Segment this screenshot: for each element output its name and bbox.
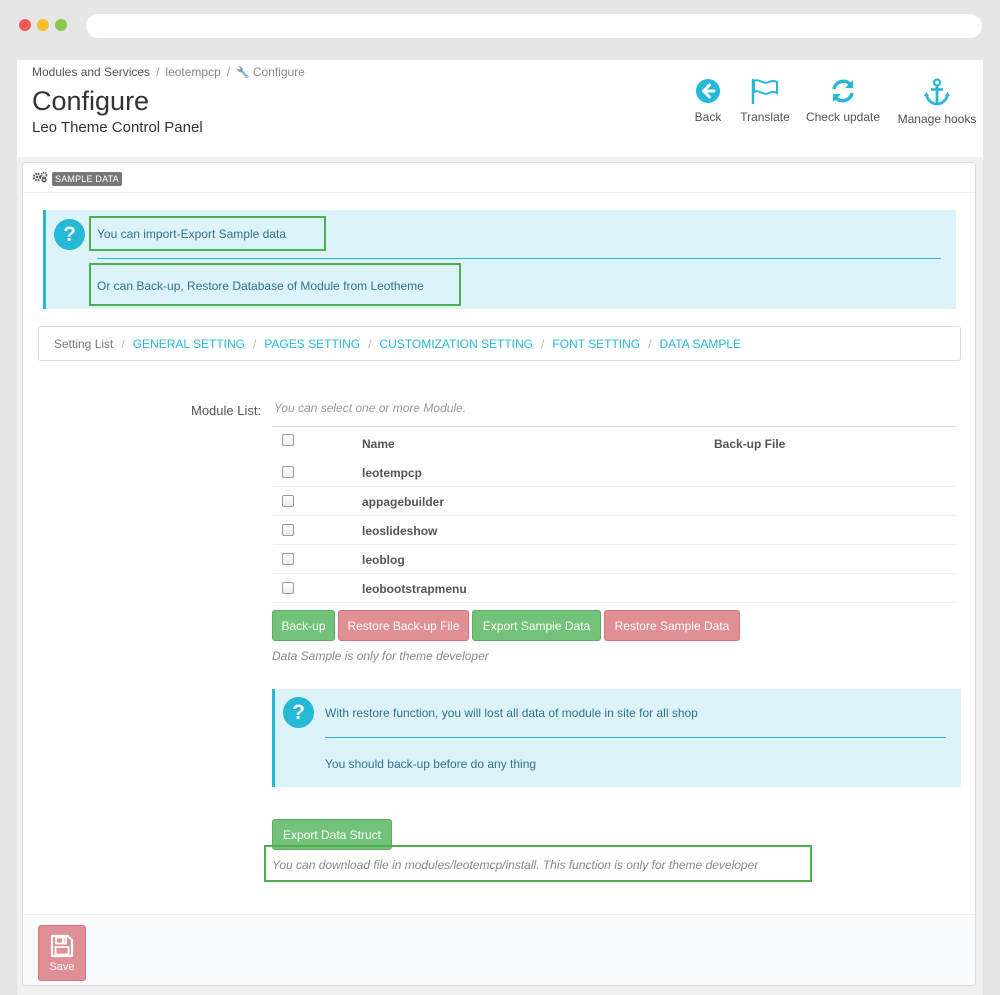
address-bar[interactable] <box>86 14 982 38</box>
info-alert-top: ? You can import-Export Sample data Or c… <box>43 210 956 309</box>
window-minimize-dot[interactable] <box>37 19 49 31</box>
window-close-dot[interactable] <box>19 19 31 31</box>
alert-line-1: You can import-Export Sample data <box>97 227 286 241</box>
table-header-row: Name Back-up File <box>273 427 956 458</box>
download-note: You can download file in modules/leotemc… <box>272 858 759 872</box>
window-maximize-dot[interactable] <box>55 19 67 31</box>
gears-icon <box>32 171 48 183</box>
page-subtitle: Leo Theme Control Panel <box>32 119 203 136</box>
restore-sample-data-button[interactable]: Restore Sample Data <box>604 610 740 641</box>
module-name: leobootstrapmenu <box>362 582 467 596</box>
select-all-checkbox[interactable] <box>282 434 294 446</box>
tab-customization-setting[interactable]: CUSTOMIZATION SETTING <box>379 337 533 351</box>
column-header-name: Name <box>362 437 395 451</box>
breadcrumb-item-leotempcp[interactable]: leotempcp <box>165 65 220 79</box>
check-update-button[interactable]: Check update <box>801 78 885 124</box>
translate-button[interactable]: Translate <box>735 78 795 124</box>
sample-data-panel: SAMPLE DATA ? You can import-Export Samp… <box>22 162 976 986</box>
wrench-icon: 🔧 <box>236 67 250 79</box>
module-name: leotempcp <box>362 466 423 480</box>
module-name: leoslideshow <box>362 524 438 538</box>
alert-line-2: You should back-up before do any thing <box>325 757 537 771</box>
breadcrumb: Modules and Services / leotempcp / 🔧 Configur… <box>32 65 305 79</box>
admin-page: Modules and Services / leotempcp / 🔧 Configur… <box>17 60 983 995</box>
floppy-disk-icon <box>50 934 74 958</box>
info-alert-restore: ? With restore function, you will lost a… <box>272 689 961 787</box>
tab-font-setting[interactable]: FONT SETTING <box>552 337 640 351</box>
module-list-label: Module List: <box>191 403 262 418</box>
save-button[interactable]: Save <box>38 925 86 981</box>
module-checkbox[interactable] <box>282 553 294 565</box>
module-name: appagebuilder <box>362 495 445 509</box>
alert-line-2: Or can Back-up, Restore Database of Modu… <box>97 279 424 293</box>
question-circle-icon: ? <box>54 219 85 250</box>
tab-setting-list[interactable]: Setting List <box>54 337 113 351</box>
module-checkbox[interactable] <box>282 582 294 594</box>
export-sample-data-button[interactable]: Export Sample Data <box>472 610 601 641</box>
module-checkbox[interactable] <box>282 524 294 536</box>
column-header-backup-file: Back-up File <box>714 437 786 451</box>
module-list-hint: You can select one or more Module. <box>274 401 467 415</box>
tab-pages-setting[interactable]: PAGES SETTING <box>264 337 360 351</box>
back-button[interactable]: Back <box>687 78 729 124</box>
module-checkbox[interactable] <box>282 495 294 507</box>
backup-button[interactable]: Back-up <box>272 610 335 641</box>
alert-divider <box>97 258 941 259</box>
module-table: Name Back-up File leotempcp appagebuilde… <box>273 426 956 603</box>
page-header: Modules and Services / leotempcp / 🔧 Configur… <box>17 60 983 157</box>
browser-chrome <box>0 0 1000 52</box>
tab-general-setting[interactable]: GENERAL SETTING <box>133 337 245 351</box>
restore-backup-file-button[interactable]: Restore Back-up File <box>338 610 469 641</box>
page-title: Configure <box>32 86 150 116</box>
module-checkbox[interactable] <box>282 466 294 478</box>
breadcrumb-item-configure: Configure <box>252 65 305 79</box>
panel-heading-label: SAMPLE DATA <box>52 172 122 186</box>
table-row: leotempcp <box>273 458 956 487</box>
question-circle-icon: ? <box>283 697 314 728</box>
tab-data-sample[interactable]: DATA SAMPLE <box>659 337 741 351</box>
developer-note: Data Sample is only for theme developer <box>272 649 489 663</box>
settings-tabs: Setting List / GENERAL SETTING / PAGES S… <box>38 326 961 361</box>
breadcrumb-item-modules[interactable]: Modules and Services <box>32 65 150 79</box>
anchor-icon <box>924 78 950 106</box>
alert-divider <box>325 737 946 738</box>
table-row: leoblog <box>273 545 956 574</box>
save-button-label: Save <box>49 961 75 973</box>
panel-footer: Save <box>23 914 975 985</box>
table-row: leoslideshow <box>273 516 956 545</box>
alert-line-1: With restore function, you will lost all… <box>325 706 698 720</box>
flag-icon <box>751 78 778 104</box>
arrow-left-circle-icon <box>696 79 720 103</box>
refresh-icon <box>832 79 854 103</box>
table-row: leobootstrapmenu <box>273 574 956 603</box>
module-name: leoblog <box>362 553 405 567</box>
panel-heading: SAMPLE DATA <box>23 163 975 193</box>
table-row: appagebuilder <box>273 487 956 516</box>
manage-hooks-button[interactable]: Manage hooks <box>893 78 981 126</box>
